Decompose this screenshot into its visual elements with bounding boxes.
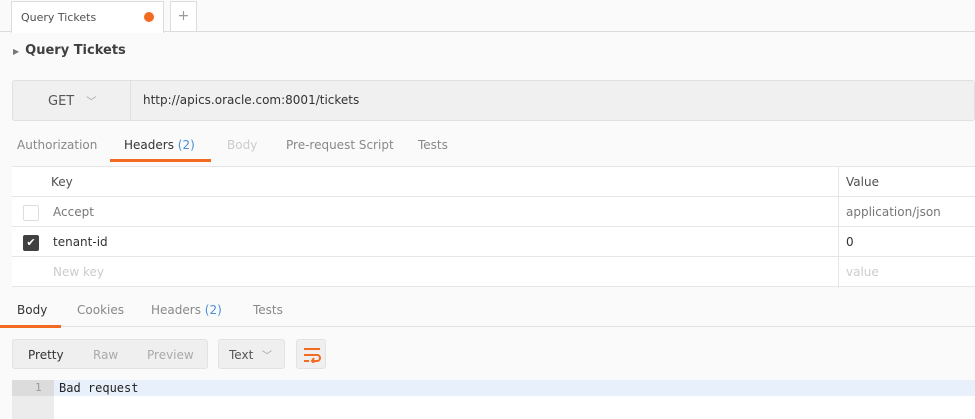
chevron-down-icon: ﹀ <box>262 351 272 362</box>
tab-query-tickets[interactable]: Query Tickets <box>11 1 164 33</box>
header-key[interactable]: Accept <box>53 205 94 219</box>
response-tab-cookies[interactable]: Cookies <box>77 303 124 317</box>
tab-pre-request-script[interactable]: Pre-request Script <box>286 138 394 152</box>
wrap-lines-button[interactable] <box>296 339 326 369</box>
active-tab-indicator <box>0 325 61 328</box>
table-row-new: New key value <box>12 257 975 287</box>
url-bar: GET ﹀ http://apics.oracle.com:8001/ticket… <box>12 80 975 121</box>
format-select[interactable]: Text ﹀ <box>218 339 285 369</box>
response-tab-headers[interactable]: Headers (2) <box>151 303 222 317</box>
line-number: 1 <box>35 381 42 394</box>
new-key-input[interactable]: New key <box>53 265 104 279</box>
table-header-row: Key Value <box>12 167 975 197</box>
headers-table: Key Value Accept application/json ✔ tena… <box>12 166 975 288</box>
header-key[interactable]: tenant-id <box>53 235 108 249</box>
view-mode-group: Pretty Raw Preview <box>12 339 208 369</box>
response-body-editor[interactable]: 1 Bad request <box>12 380 975 419</box>
response-tab-body[interactable]: Body <box>17 303 47 317</box>
pretty-button[interactable]: Pretty <box>28 348 64 362</box>
header-value[interactable]: 0 <box>846 235 854 249</box>
response-text: Bad request <box>59 381 139 395</box>
tab-authorization[interactable]: Authorization <box>17 138 97 152</box>
unsaved-dot-icon <box>144 12 154 22</box>
caret-right-icon: ▶ <box>13 47 20 56</box>
method-select[interactable]: GET ﹀ <box>13 81 131 120</box>
tab-body[interactable]: Body <box>227 138 257 152</box>
chevron-down-icon: ﹀ <box>86 97 97 108</box>
tab-tests[interactable]: Tests <box>418 138 448 152</box>
checkmark-icon[interactable]: ✔ <box>23 235 39 251</box>
row-checkbox[interactable] <box>23 205 39 221</box>
raw-button[interactable]: Raw <box>93 348 118 362</box>
new-value-input[interactable]: value <box>846 265 879 279</box>
active-tab-indicator <box>110 159 211 162</box>
preview-button[interactable]: Preview <box>147 348 194 362</box>
table-row: ✔ tenant-id 0 <box>12 227 975 257</box>
table-row: Accept application/json <box>12 197 975 227</box>
tab-headers[interactable]: Headers (2) <box>124 138 195 152</box>
header-value[interactable]: application/json <box>846 205 941 219</box>
tab-label: Query Tickets <box>21 11 97 24</box>
wrap-icon <box>304 348 321 363</box>
tab-bar: Query Tickets + <box>0 0 975 33</box>
request-title[interactable]: ▶ Query Tickets <box>13 43 126 58</box>
response-tab-tests[interactable]: Tests <box>253 303 283 317</box>
url-input[interactable]: http://apics.oracle.com:8001/tickets <box>143 93 359 107</box>
new-tab-button[interactable]: + <box>170 1 197 31</box>
